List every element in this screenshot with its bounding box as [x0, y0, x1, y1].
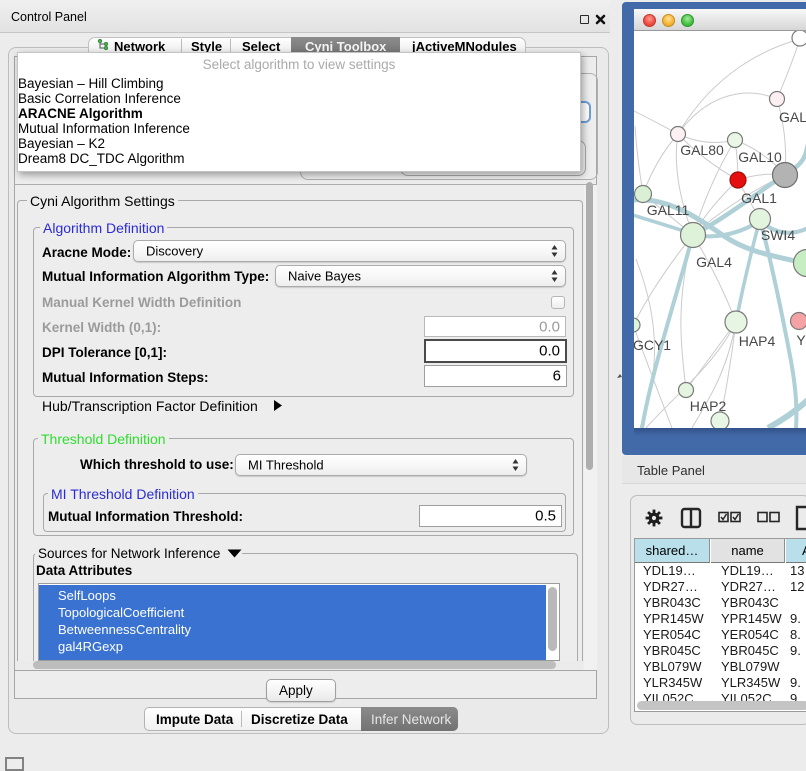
- svg-text:GAL7: GAL7: [779, 109, 806, 125]
- svg-text:GAL11: GAL11: [647, 202, 690, 218]
- svg-text:GAL1: GAL1: [741, 190, 777, 206]
- svg-text:GAL80: GAL80: [680, 142, 724, 158]
- svg-text:HAP2: HAP2: [690, 398, 727, 414]
- svg-text:Y: Y: [796, 332, 806, 348]
- svg-text:GAL4: GAL4: [696, 254, 732, 270]
- svg-text:HAP4: HAP4: [739, 333, 776, 349]
- svg-text:SWI4: SWI4: [761, 227, 795, 243]
- svg-text:GCY1: GCY1: [634, 337, 671, 353]
- svg-text:GAL10: GAL10: [738, 149, 782, 165]
